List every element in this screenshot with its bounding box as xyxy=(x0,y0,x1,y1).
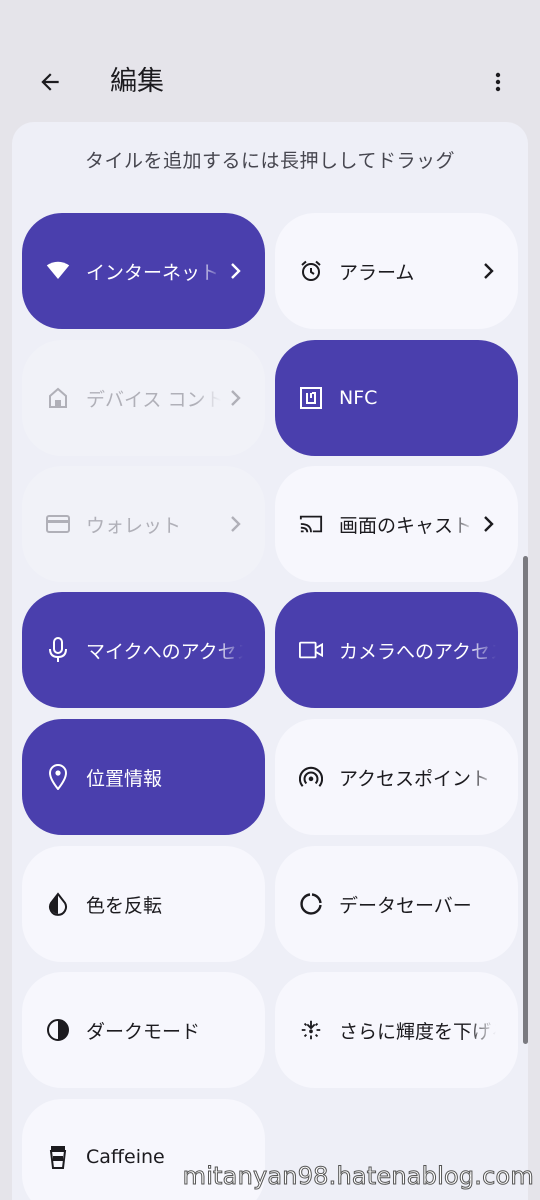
invert-colors-icon xyxy=(46,892,70,916)
drag-hint-text: タイルを追加するには長押ししてドラッグ xyxy=(85,150,455,172)
tile-label: 位置情報 xyxy=(86,767,163,790)
tile-label: デバイス コントロール xyxy=(86,388,221,411)
scrollbar[interactable] xyxy=(523,556,528,1044)
microphone-icon xyxy=(46,637,70,662)
location-pin-icon xyxy=(46,764,70,790)
home-icon xyxy=(46,386,70,410)
tile-hotspot[interactable]: アクセスポイント xyxy=(275,719,518,835)
tile-label: カメラへのアクセス xyxy=(339,640,496,663)
tile-wallet[interactable]: ウォレット xyxy=(22,466,265,582)
tile-dark-mode[interactable]: ダークモード xyxy=(22,972,265,1088)
tile-internet[interactable]: インターネット xyxy=(22,213,265,329)
tile-alarm[interactable]: アラーム xyxy=(275,213,518,329)
tile-label: アラーム xyxy=(339,261,415,284)
tile-label: NFC xyxy=(339,387,378,409)
coffee-cup-icon xyxy=(46,1145,70,1169)
wifi-icon xyxy=(46,259,70,283)
hotspot-icon xyxy=(299,765,323,789)
tile-label: ウォレット xyxy=(86,514,182,537)
back-button[interactable] xyxy=(26,58,74,106)
chevron-right-icon xyxy=(227,261,243,281)
tile-invert-colors[interactable]: 色を反転 xyxy=(22,846,265,962)
tile-location[interactable]: 位置情報 xyxy=(22,719,265,835)
cast-icon xyxy=(299,512,323,536)
tile-label: アクセスポイント xyxy=(339,767,491,790)
tile-label: インターネット xyxy=(86,261,220,284)
tile-data-saver[interactable]: データセーバー xyxy=(275,846,518,962)
tile-label: 画面のキャスト xyxy=(339,514,473,537)
alarm-icon xyxy=(299,259,323,283)
tile-label: マイクへのアクセス xyxy=(86,640,243,663)
watermark-text: mitanyan98.hatenablog.com xyxy=(182,1162,534,1191)
chevron-right-icon xyxy=(480,514,496,534)
tile-label: データセーバー xyxy=(339,894,472,917)
chevron-right-icon xyxy=(480,261,496,281)
arrow-back-icon xyxy=(41,73,59,91)
tile-label: ダークモード xyxy=(86,1020,201,1043)
tile-device-controls[interactable]: デバイス コントロール xyxy=(22,340,265,456)
chevron-right-icon xyxy=(227,388,243,408)
nfc-icon xyxy=(299,386,323,410)
dark-mode-icon xyxy=(46,1018,70,1042)
tile-label: 色を反転 xyxy=(86,894,163,917)
wallet-card-icon xyxy=(46,512,70,536)
tile-nfc[interactable]: NFC xyxy=(275,340,518,456)
extra-dim-icon xyxy=(299,1018,323,1042)
tile-extra-dim[interactable]: さらに輝度を下げる xyxy=(275,972,518,1088)
camera-icon xyxy=(299,638,323,662)
tile-mic-access[interactable]: マイクへのアクセス xyxy=(22,592,265,708)
tile-screen-cast[interactable]: 画面のキャスト xyxy=(275,466,518,582)
tile-label: さらに輝度を下げる xyxy=(339,1020,496,1043)
tile-camera-access[interactable]: カメラへのアクセス xyxy=(275,592,518,708)
page-title: 編集 xyxy=(110,66,164,97)
data-saver-icon xyxy=(299,892,323,916)
chevron-right-icon xyxy=(227,514,243,534)
more-options-button[interactable] xyxy=(474,58,522,106)
more-vert-icon xyxy=(495,72,501,92)
top-app-bar: 編集 xyxy=(0,0,540,122)
